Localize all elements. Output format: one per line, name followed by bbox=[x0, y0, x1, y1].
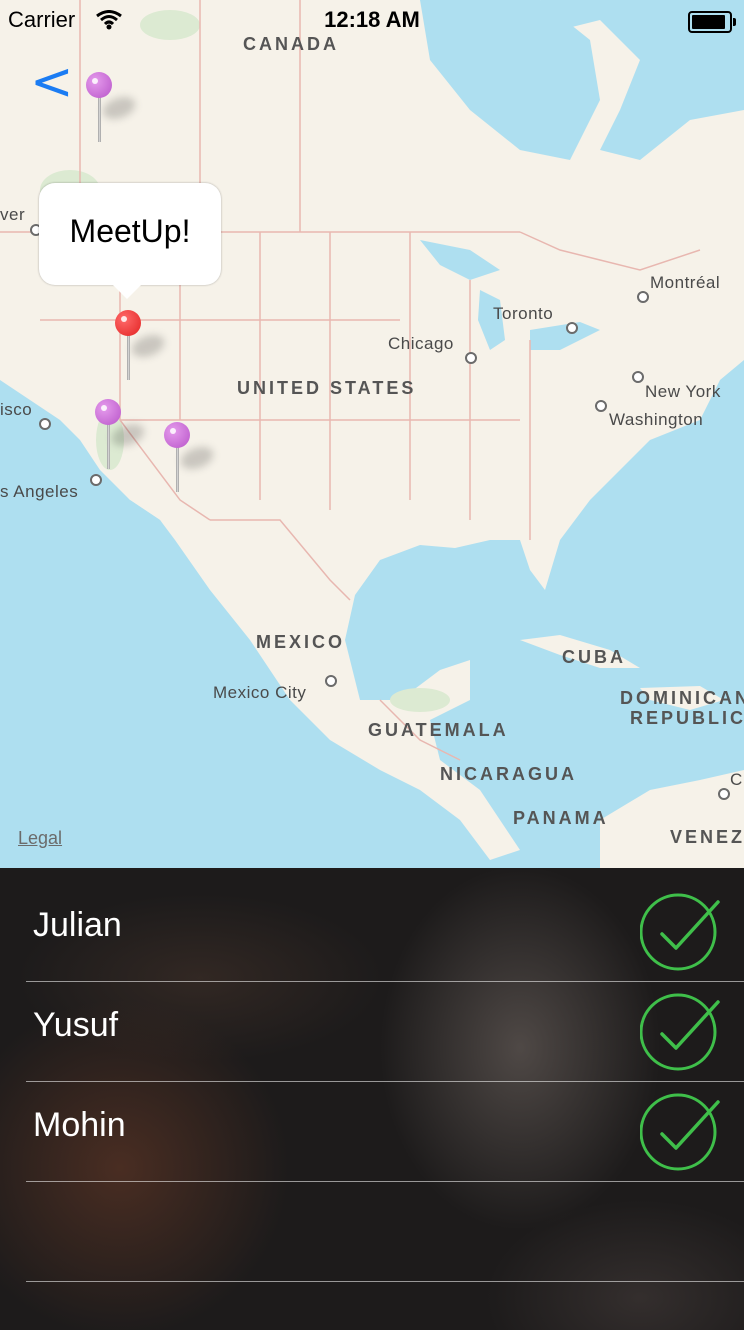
city-dot bbox=[39, 418, 51, 430]
label-montreal: Montréal bbox=[650, 273, 721, 292]
map-pin-red[interactable] bbox=[109, 310, 168, 390]
label-nicaragua: NICARAGUA bbox=[440, 764, 577, 784]
city-dot bbox=[325, 675, 337, 687]
city-dot bbox=[718, 788, 730, 800]
map-view[interactable]: CANADA UNITED STATES MEXICO CUBA DOMINIC… bbox=[0, 0, 744, 868]
back-button[interactable]: < bbox=[30, 56, 74, 108]
label-chicago: Chicago bbox=[388, 334, 454, 353]
label-washington: Washington bbox=[609, 410, 704, 429]
label-toronto: Toronto bbox=[493, 304, 554, 323]
attendee-list: Julian Yusuf Mohin bbox=[0, 868, 744, 1330]
label-mexico: MEXICO bbox=[256, 632, 346, 652]
label-vancouver: ver bbox=[0, 205, 26, 224]
city-dot bbox=[465, 352, 477, 364]
map-pin-purple[interactable] bbox=[158, 422, 217, 502]
city-dot bbox=[595, 400, 607, 412]
list-item[interactable]: Mohin bbox=[0, 1080, 744, 1180]
check-icon bbox=[640, 1093, 720, 1171]
label-panama: PANAMA bbox=[513, 808, 609, 828]
label-united-states: UNITED STATES bbox=[237, 378, 417, 398]
label-los-angeles: s Angeles bbox=[0, 482, 79, 501]
city-dot bbox=[637, 291, 649, 303]
check-icon bbox=[640, 993, 720, 1071]
attendee-name: Mohin bbox=[33, 1106, 126, 1144]
status-time: 12:18 AM bbox=[324, 7, 420, 32]
pin-callout[interactable]: MeetUp! bbox=[39, 183, 221, 299]
label-venez: VENEZ bbox=[670, 827, 744, 847]
callout-title: MeetUp! bbox=[69, 213, 191, 249]
label-mexico-city: Mexico City bbox=[213, 683, 307, 702]
map-pin-purple[interactable] bbox=[89, 399, 148, 479]
attendee-name: Yusuf bbox=[33, 1006, 119, 1044]
row-divider bbox=[26, 1281, 744, 1282]
label-dominican: DOMINICAN bbox=[620, 688, 744, 708]
label-republic: REPUBLIC bbox=[630, 708, 744, 728]
label-cuba: CUBA bbox=[562, 647, 626, 667]
list-item-empty[interactable] bbox=[0, 1180, 744, 1280]
legal-link[interactable]: Legal bbox=[18, 828, 62, 849]
label-new-york: New York bbox=[645, 382, 721, 401]
list-item[interactable]: Julian bbox=[0, 880, 744, 980]
map-pin-purple[interactable] bbox=[80, 72, 139, 152]
status-bar: Carrier 12:18 AM bbox=[0, 0, 744, 40]
battery-icon bbox=[688, 11, 736, 33]
label-guatemala: GUATEMALA bbox=[368, 720, 509, 740]
city-dot bbox=[632, 371, 644, 383]
city-dot bbox=[566, 322, 578, 334]
label-san-francisco: isco bbox=[0, 400, 33, 419]
label-colombia: C bbox=[730, 770, 743, 789]
list-item[interactable]: Yusuf bbox=[0, 980, 744, 1080]
check-icon bbox=[640, 893, 720, 971]
attendee-name: Julian bbox=[33, 906, 122, 944]
